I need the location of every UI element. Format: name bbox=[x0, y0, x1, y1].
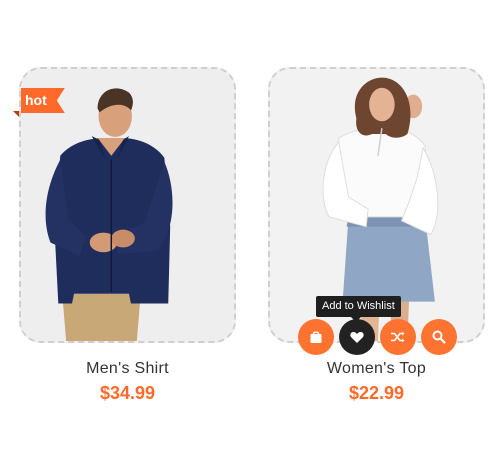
wishlist-tooltip: Add to Wishlist bbox=[316, 296, 401, 317]
product-card-mens-shirt[interactable]: hot Men's Shirt $34.99 bbox=[19, 67, 236, 403]
add-to-cart-button[interactable] bbox=[298, 319, 334, 355]
shuffle-icon bbox=[391, 331, 405, 343]
badge-fold bbox=[13, 111, 19, 117]
product-price: $22.99 bbox=[348, 383, 405, 403]
add-to-wishlist-button[interactable] bbox=[339, 319, 375, 355]
product-title[interactable]: Men's Shirt bbox=[19, 360, 236, 378]
shopping-bag-icon bbox=[310, 331, 322, 343]
search-icon bbox=[432, 330, 446, 344]
quick-view-button[interactable] bbox=[421, 319, 457, 355]
product-price: $34.99 bbox=[99, 383, 156, 403]
product-image-frame[interactable]: hot bbox=[19, 67, 236, 343]
heart-icon bbox=[350, 332, 364, 343]
compare-button[interactable] bbox=[380, 319, 416, 355]
product-title[interactable]: Women's Top bbox=[268, 360, 485, 378]
